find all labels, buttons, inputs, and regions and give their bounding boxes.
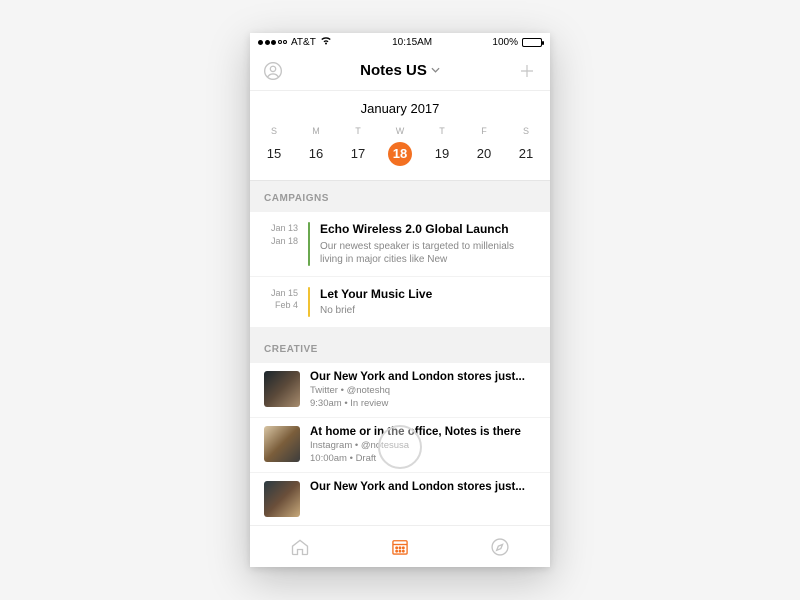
campaigns-section-header: CAMPAIGNS	[250, 181, 550, 212]
calendar-dow: W	[388, 126, 412, 136]
calendar-day[interactable]: 17	[346, 142, 370, 166]
tab-home[interactable]	[289, 536, 311, 558]
nav-title-dropdown[interactable]: Notes US	[360, 62, 440, 79]
creative-meta: Twitter • @noteshq	[310, 385, 536, 396]
calendar-day[interactable]: 18	[388, 142, 412, 166]
campaign-title: Let Your Music Live	[320, 287, 536, 303]
campaign-item[interactable]: Jan 15Feb 4 Let Your Music LiveNo brief	[250, 277, 550, 329]
wifi-icon	[320, 36, 332, 48]
creative-meta: Instagram • @notesusa	[310, 440, 536, 451]
calendar-dow: S	[514, 126, 538, 136]
calendar-day[interactable]: 16	[304, 142, 328, 166]
signal-dots-icon	[258, 40, 287, 45]
calendar-month-label: January 2017	[262, 101, 538, 116]
calendar-dow: T	[346, 126, 370, 136]
campaign-dates: Jan 15Feb 4	[264, 287, 298, 318]
calendar-day-row: 15 16 17 18 19 20 21	[262, 142, 538, 166]
calendar-dow: F	[472, 126, 496, 136]
battery-pct-label: 100%	[492, 37, 518, 48]
calendar-day[interactable]: 15	[262, 142, 286, 166]
clock-label: 10:15AM	[392, 37, 432, 48]
calendar-dow-row: SMTWTFS	[262, 126, 538, 136]
campaign-dates: Jan 13Jan 18	[264, 222, 298, 266]
calendar-day[interactable]: 19	[430, 142, 454, 166]
calendar-week: January 2017 S M T W T F S 15 16 17 18 19 20 21	[250, 91, 550, 181]
creative-meta2: 10:00am • Draft	[310, 453, 536, 464]
calendar-dow: M	[304, 126, 328, 136]
campaign-desc: Our newest speaker is targeted to millen…	[320, 240, 536, 266]
creative-thumbnail	[264, 371, 300, 407]
campaign-title: Echo Wireless 2.0 Global Launch	[320, 222, 536, 238]
tab-discover[interactable]	[489, 536, 511, 558]
carrier-label: AT&T	[291, 37, 316, 48]
campaign-desc: No brief	[320, 304, 536, 317]
campaign-color-bar	[308, 222, 310, 266]
creative-item[interactable]: Our New York and London stores just...	[250, 473, 550, 525]
campaign-color-bar	[308, 287, 310, 318]
creative-meta2: 9:30am • In review	[310, 398, 536, 409]
creative-title: Our New York and London stores just...	[310, 371, 536, 383]
creative-thumbnail	[264, 426, 300, 462]
phone-frame: AT&T 10:15AM 100% Notes US January 2017 …	[250, 33, 550, 567]
content-scroll[interactable]: CAMPAIGNS Jan 13Jan 18 Echo Wireless 2.0 …	[250, 181, 550, 525]
creative-title: At home or in the office, Notes is there	[310, 426, 536, 438]
tab-bar	[250, 525, 550, 567]
campaign-item[interactable]: Jan 13Jan 18 Echo Wireless 2.0 Global Lau…	[250, 212, 550, 277]
calendar-day[interactable]: 21	[514, 142, 538, 166]
creative-thumbnail	[264, 481, 300, 517]
calendar-dow: S	[262, 126, 286, 136]
calendar-dow: T	[430, 126, 454, 136]
chevron-down-icon	[431, 65, 440, 76]
status-bar: AT&T 10:15AM 100%	[250, 33, 550, 51]
calendar-day[interactable]: 20	[472, 142, 496, 166]
nav-bar: Notes US	[250, 51, 550, 91]
profile-button[interactable]	[262, 60, 284, 82]
tab-calendar[interactable]	[389, 536, 411, 558]
creative-section-header: CREATIVE	[250, 328, 550, 363]
creative-title: Our New York and London stores just...	[310, 481, 536, 493]
touch-indicator-icon	[378, 425, 422, 469]
nav-title-label: Notes US	[360, 62, 427, 79]
add-button[interactable]	[516, 60, 538, 82]
creative-item[interactable]: Our New York and London stores just... Tw…	[250, 363, 550, 418]
battery-icon	[522, 38, 542, 47]
